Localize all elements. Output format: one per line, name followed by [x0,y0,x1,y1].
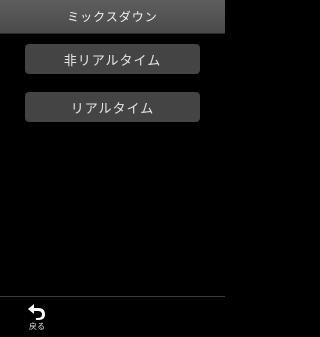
footer-divider [0,296,225,297]
back-button[interactable]: 戻る [24,302,50,334]
realtime-label: リアルタイム [70,101,155,117]
non-realtime-label: 非リアルタイム [63,53,162,69]
page-title: ミックスダウン [67,10,158,24]
back-label: 戻る [29,322,45,331]
non-realtime-button[interactable]: 非リアルタイム [25,44,200,74]
back-arrow-icon [28,304,45,320]
title-bar: ミックスダウン [0,0,225,34]
realtime-button[interactable]: リアルタイム [25,92,200,122]
